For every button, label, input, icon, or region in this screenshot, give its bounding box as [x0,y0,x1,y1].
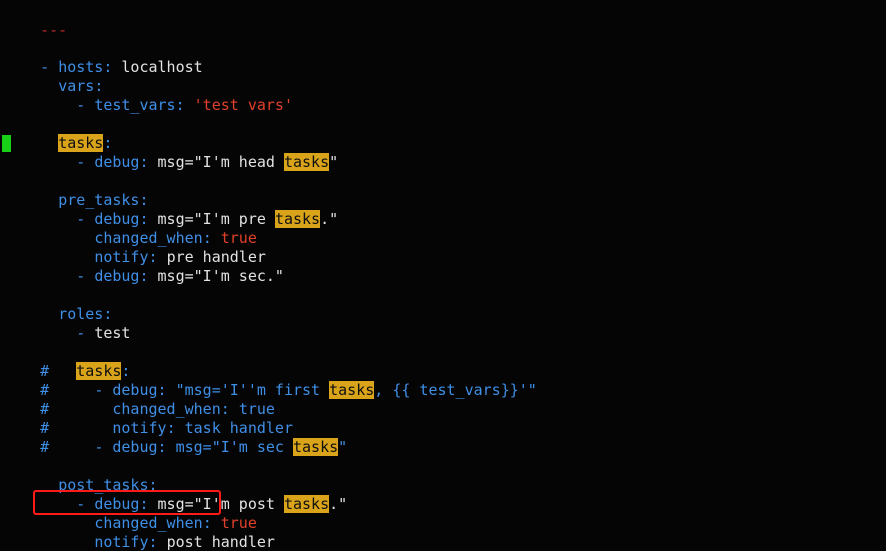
code-line-head-debug[interactable]: - debug: msg="I'm head tasks" [4,134,338,171]
search-match-tasks: tasks [274,210,321,228]
search-match-tasks: tasks [293,438,339,456]
value-notify: post handler [166,533,275,551]
red-highlight-box [33,490,221,515]
code-line-test-vars[interactable]: - test_vars: 'test vars' [4,77,293,114]
key-notify: notify [94,533,149,551]
code-line-hosts[interactable]: - hosts: localhost [4,39,203,76]
code-line-roles-item[interactable]: - test [4,305,130,342]
code-line-pre-notify[interactable]: notify: pre handler [4,229,266,266]
code-line-pre-tasks[interactable]: pre_tasks: [4,172,148,209]
code-line-tasks[interactable]: tasks: [4,115,112,152]
dash: - [76,96,95,114]
search-match-tasks: tasks [283,153,330,171]
doc-start: --- [40,21,68,39]
colon: : [175,96,194,114]
doc-start-marker: --- [4,2,67,39]
search-match-tasks: tasks [283,495,330,513]
code-line-roles[interactable]: roles: [4,286,112,323]
code-line-comment-tasks[interactable]: # tasks: [4,343,130,380]
code-line-vars[interactable]: vars: [4,58,103,95]
code-line-pre-debug[interactable]: - debug: msg="I'm pre tasks." [4,191,338,228]
code-line-comment-debug-2[interactable]: # - debug: msg="I'm sec tasks" [4,419,347,456]
colon: : [139,153,158,171]
role-name: test [94,324,131,342]
key-test-vars: test_vars [94,96,176,114]
code-line-comment-notify[interactable]: # notify: task handler [4,400,293,437]
key-debug: debug [94,267,140,285]
dash: - [76,153,95,171]
code-line-comment-debug[interactable]: # - debug: "msg='I''m first tasks, {{ te… [4,362,537,399]
key-debug: debug [94,153,140,171]
code-line-pre-changed-when[interactable]: changed_when: true [4,210,257,247]
code-line-post-notify[interactable]: notify: post handler [4,514,275,551]
key-debug: debug [112,438,158,456]
vim-editor[interactable]: --- - hosts: localhost vars: - test_vars… [0,0,886,551]
value-test-vars: 'test vars' [193,96,293,114]
search-match-tasks: tasks [329,381,375,399]
debug-msg: msg="I'm sec." [157,267,284,285]
debug-msg: msg="I'm sec [175,438,293,456]
value-hosts: localhost [121,58,203,76]
code-line-pre-debug-2[interactable]: - debug: msg="I'm sec." [4,248,284,285]
debug-msg: msg="I'm head [157,153,284,171]
comment-hash: # [40,438,50,456]
colon: : [103,58,122,76]
code-line-comment-changed-when[interactable]: # changed_when: true [4,381,275,418]
code-line-post-tasks[interactable]: post_tasks: [4,457,157,494]
